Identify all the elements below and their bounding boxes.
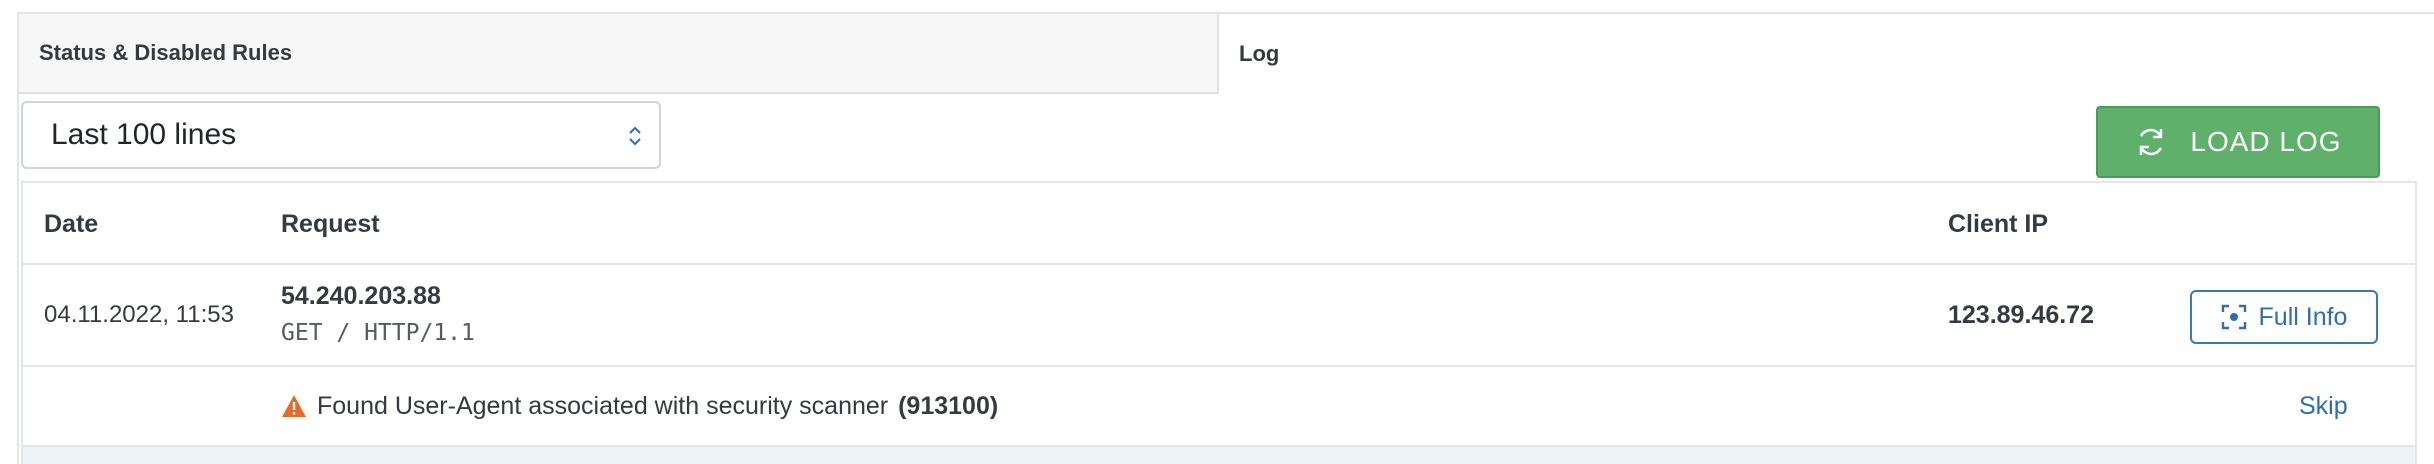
column-header-request[interactable]: Request <box>281 183 380 265</box>
tab-label: Log <box>1239 41 1280 66</box>
log-table: Date Request Client IP 04.11.2022, 11:53… <box>21 181 2417 464</box>
focus-icon <box>2221 304 2246 330</box>
table-row: 04.11.2022, 11:53 54.240.203.88 GET / HT… <box>23 265 2415 367</box>
load-log-label: LOAD LOG <box>2190 126 2342 157</box>
refresh-icon <box>2140 128 2163 156</box>
warning-icon <box>282 395 306 417</box>
select-value: Last 100 lines <box>51 118 237 151</box>
load-log-button[interactable]: LOAD LOG <box>2096 106 2380 178</box>
tab-log[interactable]: Log <box>1219 14 2434 94</box>
skip-link[interactable]: Skip <box>2299 367 2348 445</box>
finding-rule-id: (913100) <box>898 391 999 420</box>
finding-text: Found User-Agent associated with securit… <box>317 391 889 420</box>
log-lines-select[interactable]: Last 100 lines <box>21 101 661 169</box>
row-client-ip: 123.89.46.72 <box>1948 300 2094 329</box>
row-request: 54.240.203.88 GET / HTTP/1.1 <box>281 279 475 353</box>
column-header-client-ip[interactable]: Client IP <box>1948 183 2048 265</box>
tab-status-disabled-rules[interactable]: Status & Disabled Rules <box>19 14 1219 94</box>
table-row-next <box>23 447 2415 464</box>
request-line: GET / HTTP/1.1 <box>281 320 475 346</box>
request-host: 54.240.203.88 <box>281 282 441 310</box>
table-header-row: Date Request Client IP <box>23 183 2415 265</box>
row-date: 04.11.2022, 11:53 <box>44 301 234 328</box>
tab-bar: Status & Disabled Rules Log <box>19 14 2434 94</box>
finding-row: Found User-Agent associated with securit… <box>23 367 2415 447</box>
full-info-label: Full Info <box>2258 302 2348 331</box>
column-header-date[interactable]: Date <box>44 183 98 265</box>
tab-label: Status & Disabled Rules <box>39 40 293 65</box>
full-info-button[interactable]: Full Info <box>2190 290 2378 344</box>
finding-message: Found User-Agent associated with securit… <box>281 367 998 445</box>
chevron-updown-icon <box>629 126 641 146</box>
